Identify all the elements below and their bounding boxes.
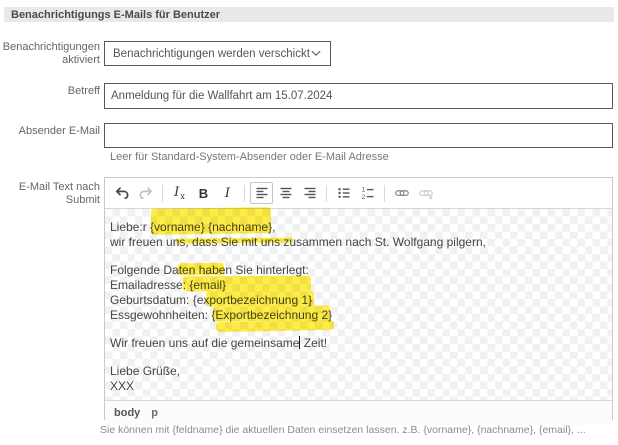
- clear-formatting-icon: Ix: [174, 185, 185, 202]
- numbered-list-icon: 12: [360, 185, 376, 201]
- sender-email-label: Absender E-Mail: [0, 125, 100, 138]
- richtext-editor: Ix B I: [104, 177, 613, 420]
- element-path-body[interactable]: body: [114, 407, 140, 419]
- editor-paragraph: Wir freuen uns auf die gemeinsame Zeit!: [110, 336, 606, 351]
- insert-link-button[interactable]: [390, 182, 413, 204]
- link-icon: [394, 185, 410, 201]
- svg-text:1: 1: [361, 187, 365, 194]
- undo-button[interactable]: [110, 182, 133, 204]
- sender-email-input[interactable]: [104, 123, 613, 148]
- editor-toolbar: Ix B I: [105, 178, 612, 209]
- clear-formatting-button[interactable]: Ix: [168, 182, 191, 204]
- unlink-icon: [418, 185, 434, 201]
- align-right-icon: [302, 185, 318, 201]
- toolbar-separator: [326, 185, 327, 202]
- bullet-list-icon: [336, 185, 352, 201]
- sender-email-help: Leer für Standard-System-Absender oder E…: [110, 151, 389, 163]
- notifications-enabled-label: Benachrichtigungen aktiviert: [0, 41, 100, 67]
- editor-paragraph: Liebe:r {vorname} {nachname}, wir freuen…: [110, 220, 606, 250]
- placeholder-hint: Sie können mit {feldname} die aktuellen …: [100, 424, 586, 436]
- notifications-mode-select[interactable]: Benachrichtigungen werden verschickt: [104, 41, 331, 66]
- bullet-list-button[interactable]: [332, 182, 355, 204]
- section-header: Benachrichtigungs E-Mails für Benutzer: [4, 7, 614, 22]
- toolbar-separator: [384, 185, 385, 202]
- undo-icon: [114, 185, 130, 201]
- italic-icon: I: [225, 186, 230, 201]
- numbered-list-button[interactable]: 12: [356, 182, 379, 204]
- editor-status-bar: body p: [105, 400, 612, 425]
- bold-button[interactable]: B: [192, 182, 215, 204]
- element-path-p[interactable]: p: [151, 407, 158, 419]
- subject-label: Betreff: [0, 85, 100, 98]
- subject-input[interactable]: [104, 83, 613, 109]
- remove-link-button[interactable]: [414, 182, 437, 204]
- redo-icon: [138, 185, 154, 201]
- redo-button[interactable]: [134, 182, 157, 204]
- email-text-label: E-Mail Text nach Submit: [0, 181, 100, 207]
- editor-paragraph: Liebe Grüße, XXX: [110, 364, 606, 394]
- align-center-button[interactable]: [274, 182, 297, 204]
- toolbar-separator: [162, 185, 163, 202]
- align-left-icon: [254, 185, 270, 201]
- editor-paragraph: Folgende Daten haben Sie hinterlegt: Ema…: [110, 263, 606, 323]
- align-left-button[interactable]: [250, 182, 273, 204]
- align-right-button[interactable]: [298, 182, 321, 204]
- toolbar-separator: [244, 185, 245, 202]
- editor-content[interactable]: Liebe:r {vorname} {nachname}, wir freuen…: [105, 209, 612, 400]
- align-center-icon: [278, 185, 294, 201]
- section-title: Benachrichtigungs E-Mails für Benutzer: [11, 9, 220, 21]
- chevron-down-icon: [311, 50, 321, 57]
- italic-button[interactable]: I: [216, 182, 239, 204]
- notifications-mode-selected-value: Benachrichtigungen werden verschickt: [113, 48, 310, 60]
- svg-text:2: 2: [361, 194, 365, 201]
- bold-icon: B: [199, 186, 208, 201]
